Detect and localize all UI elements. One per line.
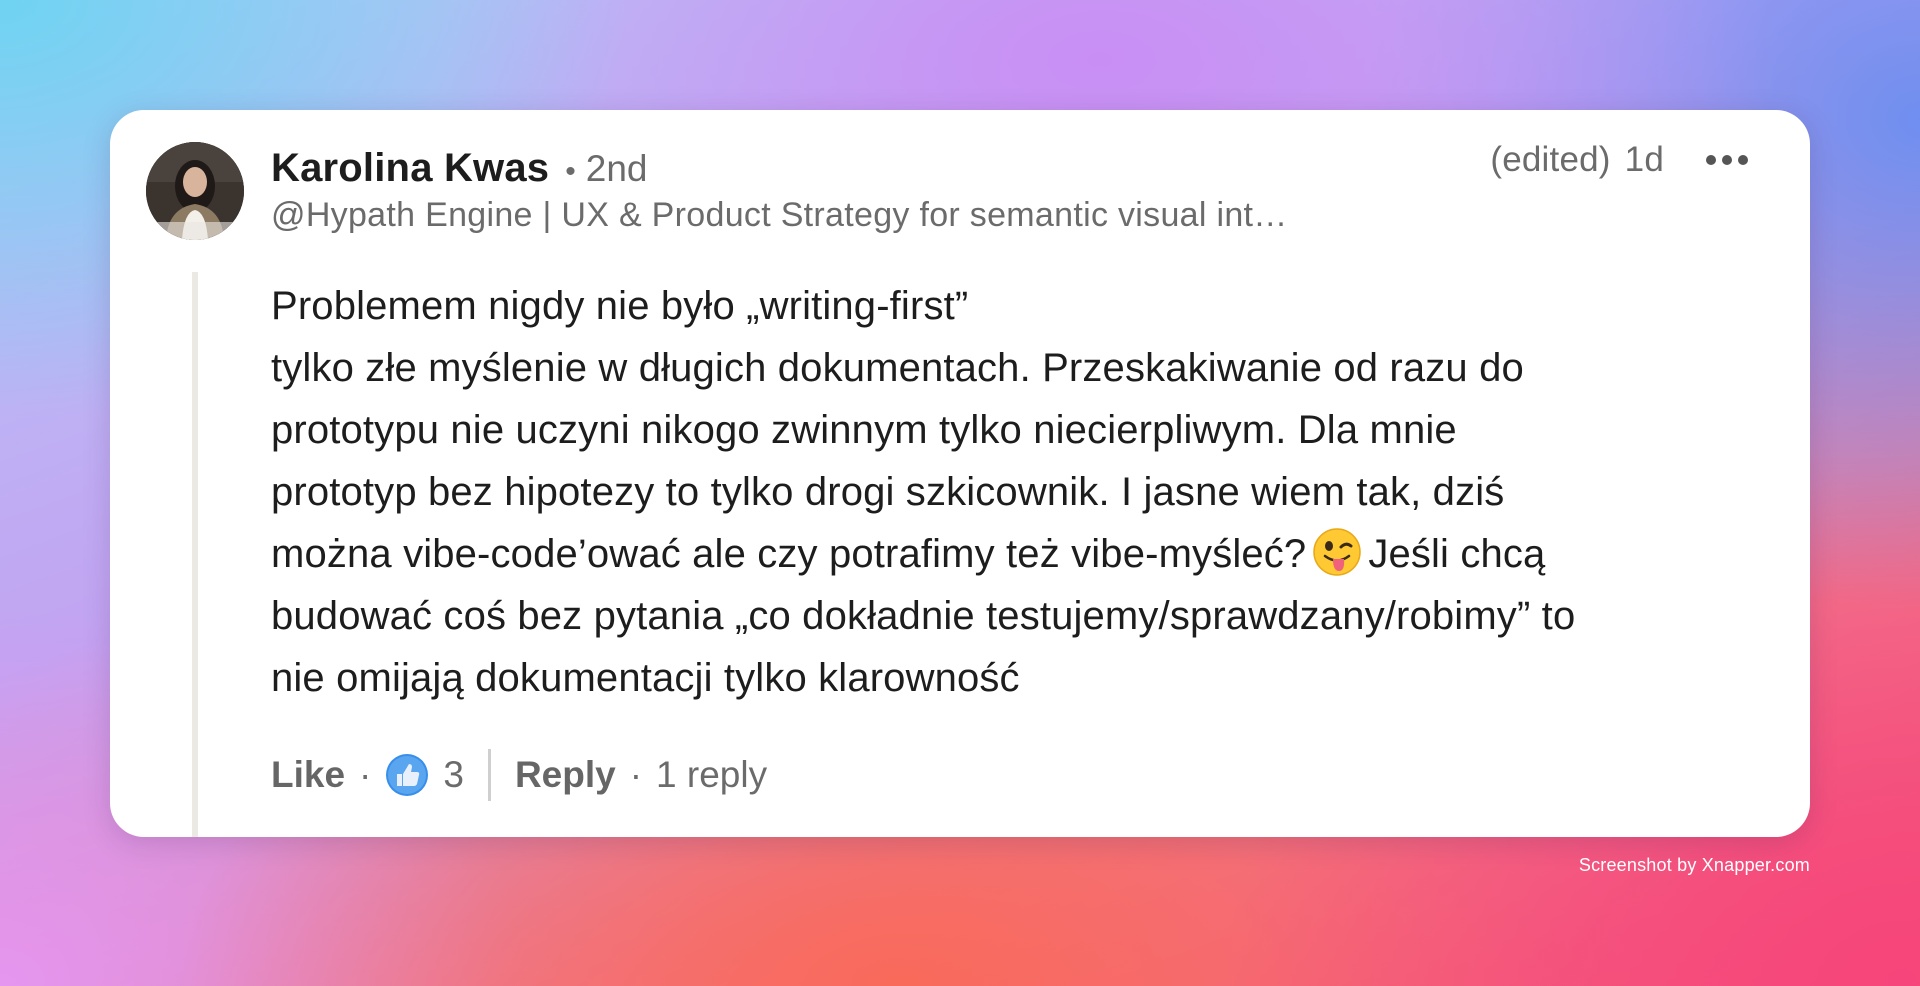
comment-line: prototyp bez hipotezy to tylko drogi szk… [271, 470, 1505, 514]
thread-line [192, 272, 198, 837]
comment-line-part: Jeśli chcą [1368, 532, 1546, 576]
comment-line-with-emoji: można vibe-code’ować ale czy potrafimy t… [271, 523, 1771, 585]
comment-line: Problemem nigdy nie było „writing-first” [271, 284, 969, 328]
comment-line-part: można vibe-code’ować ale czy potrafimy t… [271, 532, 1307, 576]
reaction-count[interactable]: 3 [443, 754, 464, 796]
watermark: Screenshot by Xnapper.com [1578, 855, 1810, 875]
more-dot [1706, 155, 1716, 165]
more-dot [1722, 155, 1732, 165]
comment-time: 1d [1624, 140, 1664, 179]
like-button[interactable]: Like [271, 754, 345, 796]
author-name[interactable]: Karolina Kwas [271, 146, 549, 191]
comment-line: budować coś bez pytania „co dokładnie te… [271, 594, 1576, 638]
edited-label: (edited) [1490, 140, 1611, 179]
comment-text: Problemem nigdy nie było „writing-first”… [271, 275, 1771, 709]
avatar-image [146, 142, 244, 240]
edited-time: (edited) 1d [1490, 140, 1664, 180]
comment-line: nie omijają dokumentacji tylko klarownoś… [271, 656, 1020, 700]
comment-card: Karolina Kwas • 2nd @Hypath Engine | UX … [110, 110, 1810, 837]
more-dot [1738, 155, 1748, 165]
connection-degree: 2nd [585, 148, 648, 189]
comment-actions: Like · 3 Reply · 1 reply [271, 745, 767, 805]
comment-line: tylko złe myślenie w długich dokumentach… [271, 346, 1524, 390]
reply-count-link[interactable]: 1 reply [656, 754, 767, 796]
actions-divider [487, 749, 491, 801]
avatar[interactable] [146, 142, 244, 240]
like-reaction-icon[interactable] [385, 753, 429, 797]
action-separator: · [629, 754, 643, 795]
reply-button[interactable]: Reply [515, 754, 616, 796]
author-headline: @Hypath Engine | UX & Product Strategy f… [271, 196, 1288, 234]
degree-separator: • [565, 155, 576, 188]
more-options-button[interactable] [1706, 140, 1748, 180]
comment-line: prototypu nie uczyni nikogo zwinnym tylk… [271, 408, 1457, 452]
author-row: Karolina Kwas • 2nd [271, 146, 648, 191]
comment-meta: (edited) 1d [1490, 140, 1748, 180]
winking-face-with-tongue-icon [1313, 528, 1362, 576]
action-separator: · [359, 754, 372, 795]
